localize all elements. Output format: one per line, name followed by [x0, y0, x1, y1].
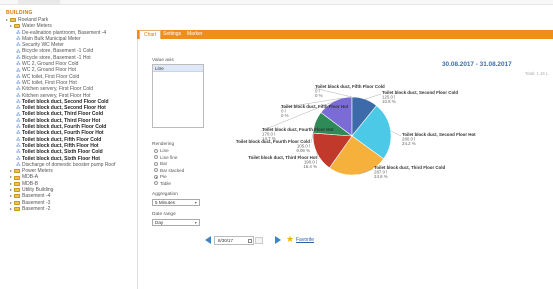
pie-label-name: Toilet block duct, Fifth Floor Hot — [281, 104, 349, 109]
meter-icon: ⁂ — [16, 48, 21, 54]
date-picker-button[interactable] — [255, 237, 263, 244]
folder-icon — [14, 181, 20, 186]
meter-icon: ⁂ — [16, 61, 21, 67]
date-input-value: 8/30/17 — [218, 238, 234, 243]
folder-icon — [14, 200, 20, 205]
folder-icon — [14, 194, 20, 199]
pie-leader-line — [390, 130, 402, 137]
meter-icon: ⁂ — [16, 67, 21, 73]
folder-icon — [14, 188, 20, 193]
meter-icon: ⁂ — [16, 80, 21, 86]
meter-icon: ⁂ — [16, 117, 21, 123]
next-date-button[interactable] — [275, 236, 281, 244]
meter-icon: ⁂ — [16, 130, 21, 136]
star-icon[interactable]: ★ — [286, 234, 294, 244]
pie-label-percent: 14.7 % — [262, 136, 276, 141]
folder-icon — [14, 175, 20, 180]
previous-date-button[interactable] — [205, 236, 211, 244]
tree-item-label: Basement -2 — [22, 205, 51, 212]
meter-icon: ⁂ — [16, 36, 21, 42]
tab-chart[interactable]: Chart — [139, 30, 162, 39]
pie-label-percent: 0 % — [315, 93, 323, 98]
meter-icon: ⁂ — [16, 92, 21, 98]
meter-icon: ⁂ — [16, 161, 21, 167]
tree-rows: ▸ Roeland Park ▸ Water Meters ⁂ De-ealination… — [6, 17, 134, 212]
top-bar-accent — [18, 0, 60, 4]
pie-label-percent: 9.09 % — [296, 148, 310, 153]
meter-icon: ⁂ — [16, 105, 21, 111]
folder-icon — [14, 207, 20, 212]
pie-label-percent: 24.2 % — [402, 141, 416, 146]
tree-heading: BUILDING — [6, 10, 33, 16]
pie-label-percent: 10.8 % — [382, 99, 396, 104]
meter-icon: ⁂ — [16, 42, 21, 48]
meter-icon: ⁂ — [16, 155, 21, 161]
building-tree: BUILDING ▸ Roeland Park ▸ Water Meters ⁂ De-e… — [6, 10, 134, 285]
pie-leader-line — [364, 93, 382, 100]
favorite-link[interactable]: Favorite — [296, 237, 314, 243]
folder-icon — [10, 18, 16, 23]
calendar-icon[interactable] — [247, 238, 252, 243]
meter-icon: ⁂ — [16, 73, 21, 79]
pie-label-percent: 16.4 % — [303, 164, 317, 169]
folder-icon — [14, 24, 20, 29]
pie-label-percent: 24.8 % — [374, 174, 388, 179]
pie-label-name: Toilet block duct, Fifth Floor Cold — [315, 84, 385, 89]
meter-icon: ⁂ — [16, 111, 21, 117]
main-panel: Chart Settings Marker Value axis Litre R… — [137, 24, 553, 289]
date-input[interactable]: 8/30/17 — [214, 236, 254, 245]
meter-icon: ⁂ — [16, 86, 21, 92]
meter-icon: ⁂ — [16, 124, 21, 130]
meter-icon: ⁂ — [16, 99, 21, 104]
meter-icon: ⁂ — [16, 54, 21, 60]
meter-icon: ⁂ — [16, 143, 21, 149]
tab-marker[interactable]: Marker — [183, 30, 207, 39]
folder-icon — [14, 169, 20, 174]
pie-chart: Toilet block duct, Second Floor Cold125.… — [236, 84, 476, 179]
meter-icon: ⁂ — [16, 29, 21, 35]
chart-panel: Value axis Litre Rendering Line Line fin… — [137, 39, 553, 289]
pie-label-percent: 0 % — [281, 113, 289, 118]
tab-settings[interactable]: Settings — [159, 30, 185, 39]
meter-icon: ⁂ — [16, 136, 21, 142]
meter-icon: ⁂ — [16, 149, 21, 155]
tree-item[interactable]: ▸ Basement -2 — [6, 206, 134, 212]
top-bar — [0, 0, 553, 5]
